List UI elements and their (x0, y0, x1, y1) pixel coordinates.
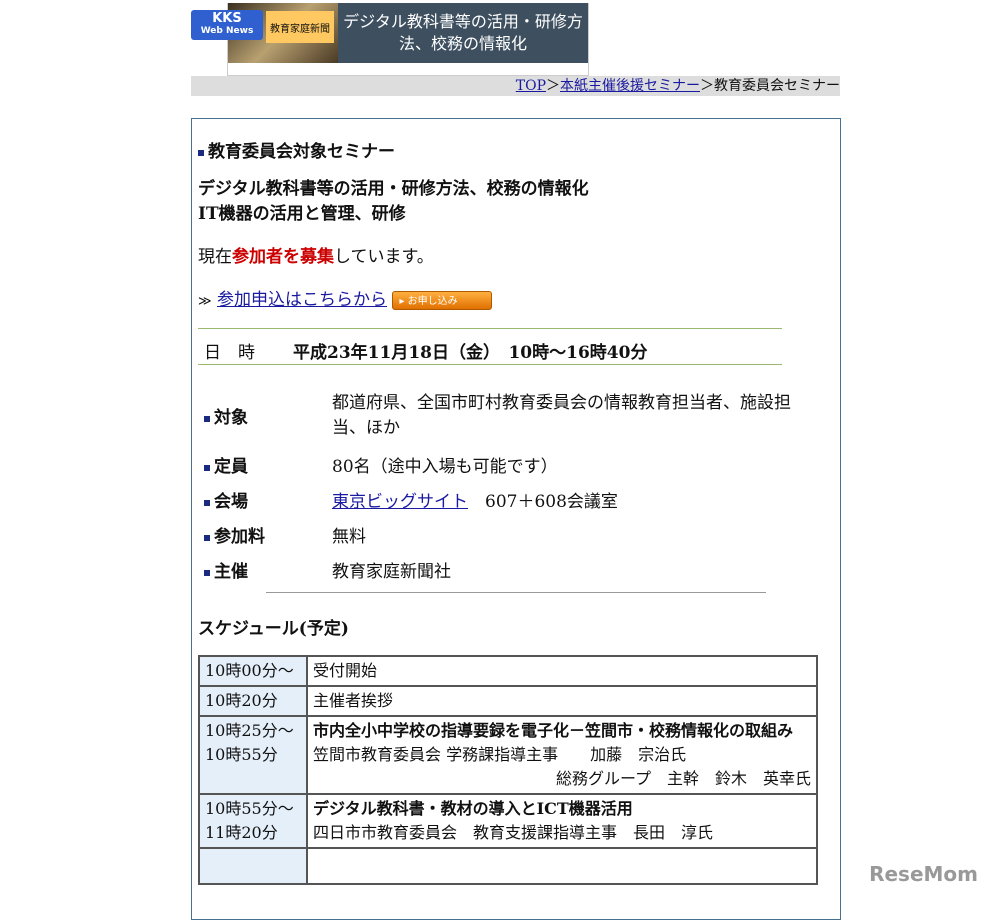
schedule-item: 主催者挨拶 (306, 685, 818, 717)
schedule-item: デジタル教科書・教材の導入とICT機器活用 四日市市教育委員会 教育支援課指導主事… (306, 793, 818, 849)
breadcrumb-sep: ＞ (546, 78, 560, 94)
schedule-time: 10時00分〜 (198, 655, 308, 687)
apply-row: ≫ 参加申込はこちらから ▸ お申し込み (198, 285, 493, 310)
bullet-icon (198, 149, 204, 156)
schedule-time: 10時20分 (198, 685, 308, 717)
arrow-icon: ≫ (198, 294, 212, 309)
table-row: 10時25分〜 10時55分 市内全小中学校の指導要録を電子化－笠間市・校務情報化の… (198, 715, 818, 795)
kks-logo[interactable]: KKS Web News (191, 10, 263, 40)
schedule-time: 10時55分〜 11時20分 (198, 793, 308, 849)
logo-subtext: Web News (200, 26, 254, 36)
datetime-value: 平成23年11月18日（金） 10時〜16時40分 (293, 343, 648, 363)
schedule-item: 受付開始 (306, 655, 818, 687)
schedule-title: スケジュール(予定) (198, 619, 349, 639)
divider (266, 592, 766, 593)
banner-title-line2: 法、校務の情報化 (398, 34, 527, 53)
breadcrumb-sep: ＞ (700, 78, 714, 94)
info-label-capacity: 定員 (204, 452, 248, 477)
info-label-venue: 会場 (204, 487, 248, 512)
divider (198, 328, 782, 329)
banner-title: デジタル教科書等の活用・研修方 法、校務の情報化 (338, 3, 588, 63)
subtitle-1: デジタル教科書等の活用・研修方法、校務の情報化 (198, 179, 589, 199)
banner-title-line1: デジタル教科書等の活用・研修方 (343, 12, 583, 31)
paper-logo: 教育家庭新聞 (266, 11, 334, 43)
subtitle-2: IT機器の活用と管理、研修 (198, 204, 406, 224)
divider (198, 364, 782, 365)
breadcrumb-current: 教育委員会セミナー (714, 78, 840, 94)
header-banner: 教育家庭新聞 デジタル教科書等の活用・研修方 法、校務の情報化 (227, 3, 589, 76)
venue-link[interactable]: 東京ビッグサイト (332, 492, 468, 512)
table-row (198, 847, 818, 885)
schedule-time: 10時25分〜 10時55分 (198, 715, 308, 795)
info-value-fee: 無料 (332, 527, 366, 547)
info-value-organizer: 教育家庭新聞社 (332, 562, 451, 582)
table-row: 10時55分〜 11時20分 デジタル教科書・教材の導入とICT機器活用 四日市市教育… (198, 793, 818, 849)
info-value-venue: 東京ビッグサイト 607＋608会議室 (332, 492, 618, 512)
apply-link[interactable]: 参加申込はこちらから (217, 290, 387, 310)
info-value-capacity: 80名（途中入場も可能です） (332, 457, 558, 477)
info-label-organizer: 主催 (204, 557, 248, 582)
breadcrumb-parent[interactable]: 本紙主催後援セミナー (560, 78, 700, 94)
page-title: 教育委員会対象セミナー (198, 137, 395, 162)
schedule-table: 10時00分〜 受付開始 10時20分 主催者挨拶 10時25分〜 10時55分 市内全… (198, 655, 818, 885)
apply-button[interactable]: ▸ お申し込み (392, 291, 493, 310)
content-box: 教育委員会対象セミナー デジタル教科書等の活用・研修方法、校務の情報化 IT機器… (191, 118, 841, 920)
recruit-text: 現在参加者を募集しています。 (198, 247, 434, 267)
table-row: 10時00分〜 受付開始 (198, 655, 818, 687)
table-row: 10時20分 主催者挨拶 (198, 685, 818, 717)
breadcrumb-top[interactable]: TOP (516, 78, 546, 94)
breadcrumb: TOP＞本紙主催後援セミナー＞教育委員会セミナー (191, 76, 840, 96)
info-label-target: 対象 (204, 403, 248, 428)
watermark-logo: ReseMom (869, 862, 978, 886)
info-label-fee: 参加料 (204, 522, 265, 547)
info-value-target: 都道府県、全国市町村教育委員会の情報教育担当者、施設担当、ほか (332, 393, 791, 438)
datetime-label: 日 時 (204, 343, 255, 363)
logo-text: KKS (212, 11, 242, 26)
schedule-item: 市内全小中学校の指導要録を電子化－笠間市・校務情報化の取組み 笠間市教育委員会 学… (306, 715, 818, 795)
